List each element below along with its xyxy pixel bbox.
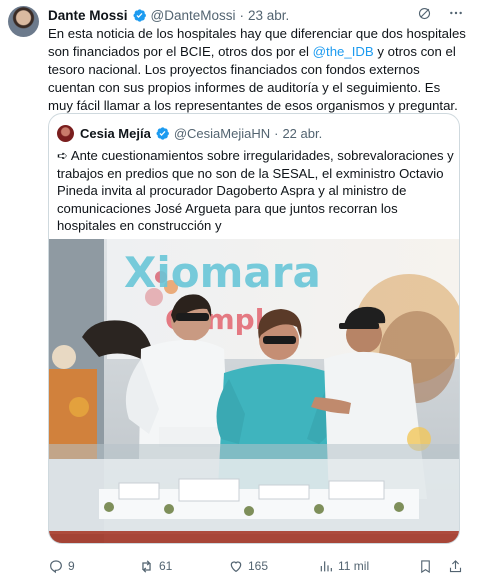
tweet[interactable]: Dante Mossi @DanteMossi · 23 abr. En est…: [0, 0, 478, 586]
banner-text-1: Xiomara: [124, 248, 321, 297]
separator-dot: ·: [239, 7, 245, 23]
tweet-text: En esta noticia de los hospitales hay qu…: [48, 25, 468, 115]
views-button[interactable]: 11 mil: [318, 555, 369, 577]
grok-icon[interactable]: [417, 6, 432, 21]
reply-count: 9: [68, 559, 75, 573]
author-handle[interactable]: @DanteMossi: [151, 8, 236, 23]
repost-icon: [142, 559, 151, 573]
quote-date[interactable]: 22 abr.: [282, 126, 322, 141]
repost-button[interactable]: 61: [138, 555, 172, 577]
repost-count: 61: [159, 559, 173, 573]
mention-link[interactable]: @the_IDB: [313, 44, 374, 59]
tweet-actions: 9 61 165 11 mil: [48, 555, 468, 577]
quote-author-handle[interactable]: @CesiaMejiaHN: [174, 126, 270, 141]
header-icons: [417, 5, 464, 21]
tweet-header: Dante Mossi @DanteMossi · 23 abr.: [48, 6, 289, 24]
share-button[interactable]: [448, 555, 463, 577]
separator-dot: ·: [274, 125, 279, 141]
quote-header: Cesia Mejía @CesiaMejiaHN · 22 abr.: [57, 124, 322, 142]
like-button[interactable]: 165: [228, 555, 268, 577]
like-count: 165: [248, 559, 269, 573]
quote-author-avatar[interactable]: [57, 124, 74, 142]
quoted-tweet[interactable]: Cesia Mejía @CesiaMejiaHN · 22 abr. ➪ An…: [48, 113, 460, 544]
tweet-date[interactable]: 23 abr.: [248, 8, 289, 23]
author-avatar[interactable]: [8, 6, 39, 37]
reply-icon: [50, 560, 62, 574]
quote-text: ➪ Ante cuestionamientos sobre irregulari…: [57, 148, 454, 233]
quote-photo[interactable]: Xiomara Cumple: [49, 239, 459, 543]
like-icon: [230, 561, 242, 573]
reply-button[interactable]: 9: [48, 555, 75, 577]
verified-badge-icon: [155, 126, 170, 141]
photo-illustration: Xiomara Cumple: [49, 239, 459, 543]
bookmark-icon: [421, 559, 430, 573]
author-name[interactable]: Dante Mossi: [48, 8, 128, 23]
views-count: 11 mil: [338, 559, 370, 573]
quote-author-name[interactable]: Cesia Mejía: [80, 126, 151, 141]
bookmark-button[interactable]: [418, 555, 433, 577]
views-icon: [320, 561, 332, 572]
share-icon: [449, 559, 462, 572]
more-icon[interactable]: [448, 5, 464, 21]
verified-badge-icon: [132, 8, 147, 23]
